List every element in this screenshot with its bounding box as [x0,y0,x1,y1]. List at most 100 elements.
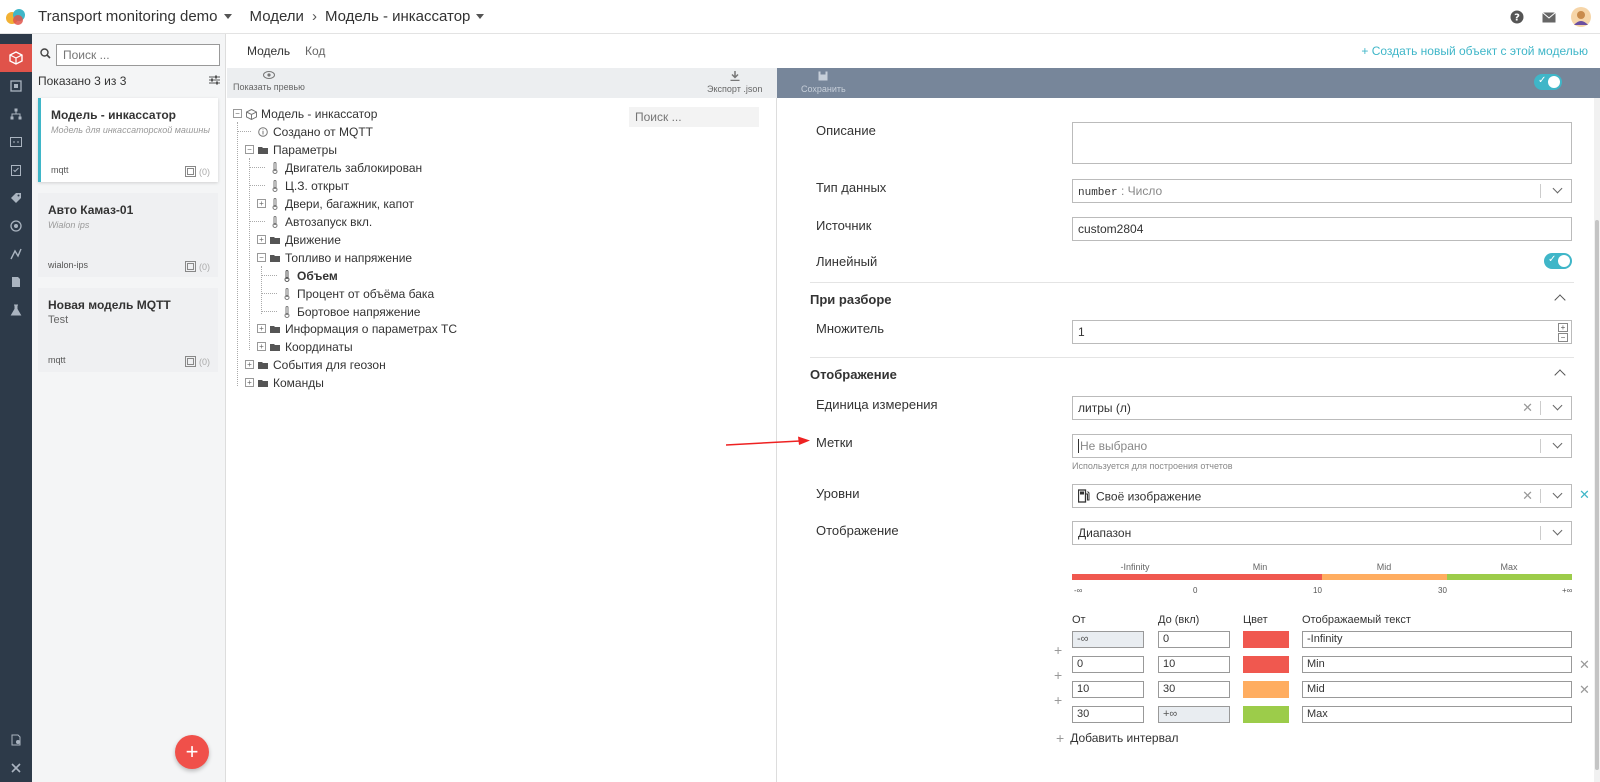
decrement-button[interactable]: − [1558,333,1568,342]
model-card-kamaz[interactable]: Авто Камаз-01 Wialon ips wialon-ips (0) [38,193,218,277]
parsing-section-title[interactable]: При разборе [810,292,892,307]
add-model-button[interactable]: + [175,735,209,769]
save-button[interactable]: Сохранить [801,71,846,94]
remove-levels-icon[interactable]: ✕ [1579,487,1590,503]
display-section-title[interactable]: Отображение [810,367,897,382]
multiplier-input[interactable]: 1 + − [1072,320,1572,344]
enabled-toggle[interactable]: ✓ [1534,74,1562,90]
tree-expand-toggle[interactable]: + [257,324,266,333]
tab-code[interactable]: Код [305,44,325,58]
nav-tools-icon[interactable] [0,754,32,782]
interval-to-input[interactable]: 10 [1158,656,1230,673]
tree-node-folder[interactable]: События для геозон [257,356,386,374]
create-object-link[interactable]: + Создать новый объект с этой моделью [1361,44,1588,58]
linear-toggle[interactable]: ✓ [1544,253,1572,269]
tab-model[interactable]: Модель [247,44,290,58]
tree-search-input[interactable] [629,107,759,127]
nav-reports-icon[interactable] [0,268,32,296]
nav-dashboard-icon[interactable] [0,128,32,156]
interval-text-input[interactable]: Max [1302,706,1572,723]
model-card-inkassator[interactable]: Модель - инкассатор Модель для инкассато… [38,98,218,182]
tree-node-folder[interactable]: Координаты [269,338,353,356]
tags-select[interactable]: Не выбрано [1072,434,1572,458]
increment-button[interactable]: + [1558,323,1568,332]
tree-node-folder[interactable]: Движение [269,231,341,249]
interval-color-swatch[interactable] [1243,706,1289,723]
mail-icon[interactable] [1538,6,1560,28]
tree-node-param[interactable]: Процент от объёма бака [281,285,434,303]
range-tick: 10 [1313,586,1322,595]
display-mode-select[interactable]: Диапазон [1072,521,1572,545]
parameters-tree: − − + + − + + + + Модель - инкассатор Со… [227,98,777,782]
interval-color-swatch[interactable] [1243,681,1289,698]
interval-from-input[interactable]: 30 [1072,706,1144,723]
tree-collapse-toggle[interactable]: − [257,253,266,262]
add-interval-button[interactable]: + Добавить интервал [1056,730,1179,746]
avatar[interactable] [1570,6,1592,28]
model-card-mqtt[interactable]: Новая модель MQTT Test mqtt (0) [38,288,218,372]
interval-from-input[interactable]: 10 [1072,681,1144,698]
clear-icon[interactable]: ✕ [1522,400,1533,416]
unit-select[interactable]: литры (л) ✕ [1072,396,1572,420]
tree-expand-toggle[interactable]: + [245,360,254,369]
nav-events-icon[interactable] [0,212,32,240]
export-json-button[interactable]: Экспорт .json [707,71,762,94]
show-preview-button[interactable]: Показать превью [233,71,305,92]
app-title[interactable]: Transport monitoring demo [38,8,218,25]
tree-collapse-toggle[interactable]: − [245,145,254,154]
insert-interval-plus-icon[interactable]: + [1054,692,1062,708]
nav-lab-icon[interactable] [0,296,32,324]
interval-text-input[interactable]: Mid [1302,681,1572,698]
help-icon[interactable]: ? [1506,6,1528,28]
tree-expand-toggle[interactable]: + [257,342,266,351]
tree-node[interactable]: Создано от MQTT [257,123,373,141]
breadcrumb-current[interactable]: Модель - инкассатор [325,8,470,25]
tree-node-param[interactable]: Двигатель заблокирован [269,159,422,177]
filter-settings-icon[interactable] [209,74,220,88]
nav-models-cube-icon[interactable] [0,44,32,72]
description-textarea[interactable] [1072,122,1572,164]
tree-node-root[interactable]: Модель - инкассатор [245,105,377,123]
clear-icon[interactable]: ✕ [1522,488,1533,504]
tree-node-param-selected[interactable]: Объем [281,267,338,285]
tree-node-param[interactable]: Двери, багажник, капот [269,195,414,213]
tree-node-folder[interactable]: Команды [257,374,324,392]
tree-node-param[interactable]: Автозапуск вкл. [269,213,372,231]
datatype-select[interactable]: number : Число [1072,179,1572,203]
breadcrumb-models[interactable]: Модели [250,8,304,25]
tree-node-folder[interactable]: Информация о параметрах ТС [269,320,457,338]
interval-to-input[interactable]: 30 [1158,681,1230,698]
tree-node-folder[interactable]: Топливо и напряжение [269,249,412,267]
tree-expand-toggle[interactable]: + [257,199,266,208]
interval-color-swatch[interactable] [1243,656,1289,673]
insert-interval-plus-icon[interactable]: + [1054,642,1062,658]
nav-maps-icon[interactable] [0,240,32,268]
nav-tags-icon[interactable] [0,184,32,212]
nav-objects-icon[interactable] [0,72,32,100]
interval-text-input[interactable]: -Infinity [1302,631,1572,648]
app-switch-chevron-down-icon[interactable] [223,14,232,19]
nav-tasks-icon[interactable] [0,156,32,184]
interval-to-input[interactable]: 0 [1158,631,1230,648]
remove-interval-icon[interactable]: ✕ [1579,657,1590,673]
tree-node-param[interactable]: Бортовое напряжение [281,303,420,321]
models-search-input[interactable] [56,44,220,66]
model-switch-chevron-down-icon[interactable] [476,14,485,19]
interval-text-input[interactable]: Min [1302,656,1572,673]
model-card-subtitle: Test [48,314,69,326]
tree-expand-toggle[interactable]: + [245,378,254,387]
tree-collapse-toggle[interactable]: − [233,109,242,118]
remove-interval-icon[interactable]: ✕ [1579,682,1590,698]
app-logo[interactable] [0,0,32,34]
nav-settings-doc-icon[interactable] [0,726,32,754]
editor-scrollbar-thumb[interactable] [1595,220,1599,770]
tree-expand-toggle[interactable]: + [257,235,266,244]
insert-interval-plus-icon[interactable]: + [1054,667,1062,683]
levels-select[interactable]: Своё изображение ✕ [1072,484,1572,508]
tree-node-param[interactable]: Ц.З. открыт [269,177,349,195]
interval-color-swatch[interactable] [1243,631,1289,648]
source-input[interactable]: custom2804 [1072,217,1572,241]
tree-node-folder[interactable]: Параметры [257,141,337,159]
interval-from-input[interactable]: 0 [1072,656,1144,673]
nav-hierarchy-icon[interactable] [0,100,32,128]
